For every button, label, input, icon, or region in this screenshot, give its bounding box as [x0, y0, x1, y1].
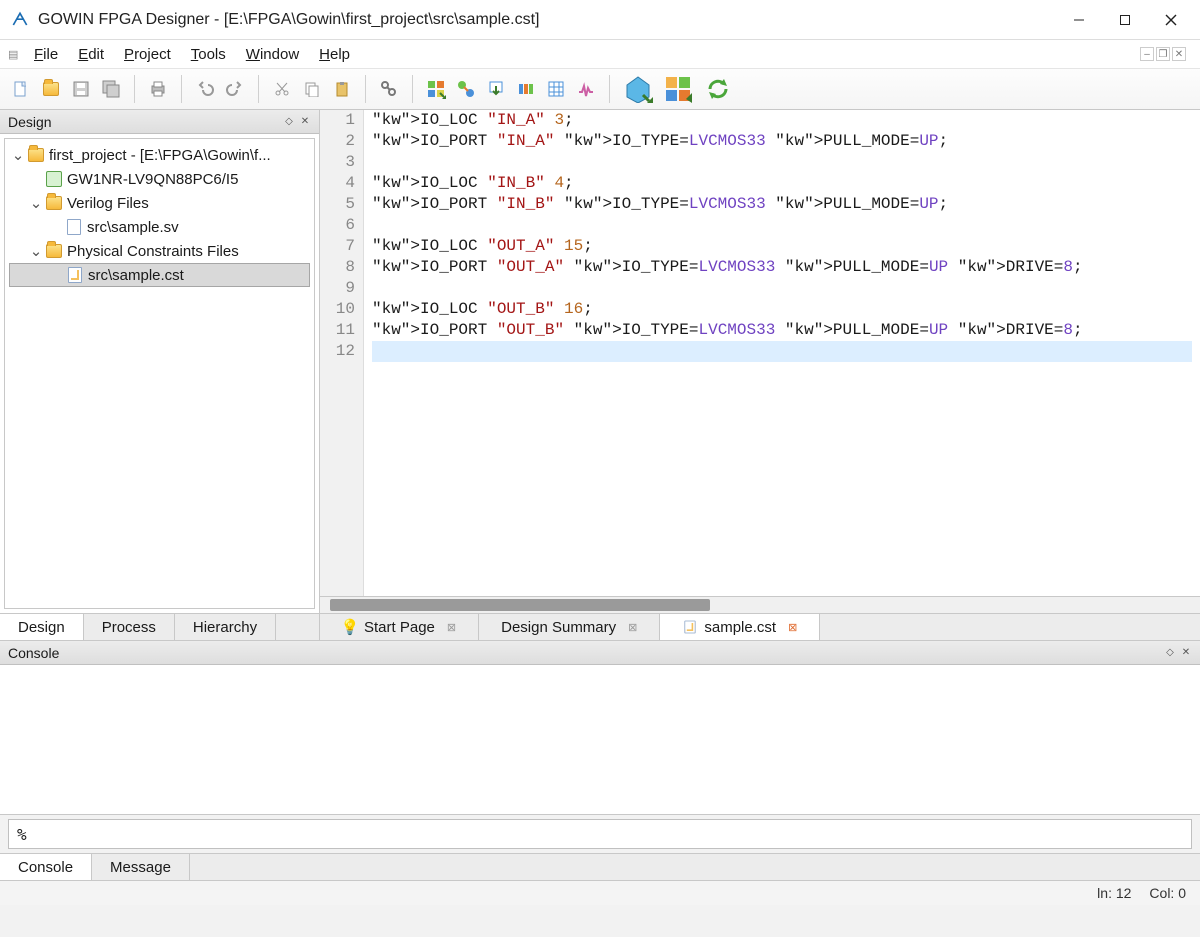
chevron-down-icon[interactable]: ⌄ [29, 194, 43, 212]
panel-float-icon[interactable]: ◇ [283, 116, 295, 128]
tab-close-icon[interactable]: ⊠ [628, 621, 637, 634]
tab-design-summary[interactable]: Design Summary ⊠ [479, 614, 660, 640]
mdi-child-controls[interactable]: – ❐ ✕ [1140, 47, 1192, 61]
mdi-restore-icon[interactable]: ❐ [1156, 47, 1170, 61]
panel-float-icon[interactable]: ◇ [1164, 647, 1176, 659]
folder-icon [45, 194, 63, 212]
status-column: Col: 0 [1149, 885, 1186, 901]
file-edit-icon [682, 619, 698, 635]
console-input[interactable]: % [8, 819, 1192, 849]
console-prompt: % [17, 825, 27, 844]
tree-project-row[interactable]: ⌄ first_project - [E:\FPGA\Gowin\f... [9, 143, 310, 167]
copy-button[interactable] [299, 76, 325, 102]
open-folder-button[interactable] [38, 76, 64, 102]
ip-core-button[interactable] [660, 73, 696, 105]
tree-constraints-group-row[interactable]: ⌄ Physical Constraints Files [9, 239, 310, 263]
tab-message[interactable]: Message [92, 854, 190, 880]
code-editor[interactable]: 123456789101112 "kw">IO_LOC "IN_A" 3;"kw… [320, 110, 1200, 597]
paste-button[interactable] [329, 76, 355, 102]
waveform-button[interactable] [573, 76, 599, 102]
download-bitstream-button[interactable] [483, 76, 509, 102]
editor-horizontal-scrollbar[interactable] [320, 597, 1200, 613]
tree-constraints-file-label: src\sample.cst [88, 267, 184, 284]
tree-verilog-file-row[interactable]: · src\sample.sv [9, 215, 310, 239]
menu-file[interactable]: File [24, 44, 68, 65]
tab-console[interactable]: Console [0, 854, 92, 880]
tab-process[interactable]: Process [84, 614, 175, 640]
file-icon [66, 266, 84, 284]
tree-constraints-file-row[interactable]: · src\sample.cst [9, 263, 310, 287]
app-logo-icon [10, 10, 30, 30]
design-panel-header: Design ◇ ✕ [0, 110, 319, 134]
menu-edit[interactable]: Edit [68, 44, 114, 65]
program-device-button[interactable] [620, 73, 656, 105]
panel-close-icon[interactable]: ✕ [1180, 647, 1192, 659]
design-panel-title: Design [8, 114, 52, 130]
design-panel-tabs: Design Process Hierarchy [0, 614, 320, 640]
window-maximize-button[interactable] [1102, 5, 1148, 35]
menubar: ▤ File Edit Project Tools Window Help – … [0, 40, 1200, 68]
chevron-down-icon[interactable]: ⌄ [29, 242, 43, 260]
window-close-button[interactable] [1148, 5, 1194, 35]
find-button[interactable] [376, 76, 402, 102]
timing-button[interactable] [513, 76, 539, 102]
menu-project[interactable]: Project [114, 44, 181, 65]
tree-verilog-file-label: src\sample.sv [87, 219, 179, 236]
save-button[interactable] [68, 76, 94, 102]
panel-close-icon[interactable]: ✕ [299, 116, 311, 128]
editor-area: 123456789101112 "kw">IO_LOC "IN_A" 3;"kw… [320, 110, 1200, 613]
folder-icon [27, 146, 45, 164]
save-all-button[interactable] [98, 76, 124, 102]
mdi-system-icon[interactable]: ▤ [8, 48, 24, 61]
synthesize-button[interactable] [423, 76, 449, 102]
status-line: ln: 12 [1097, 885, 1131, 901]
window-titlebar: GOWIN FPGA Designer - [E:\FPGA\Gowin\fir… [0, 0, 1200, 40]
refresh-button[interactable] [700, 73, 736, 105]
status-bar: ln: 12 Col: 0 [0, 881, 1200, 905]
chip-icon [45, 170, 63, 188]
file-icon [65, 218, 83, 236]
tab-close-icon[interactable]: ⊠ [447, 621, 456, 634]
toolbar [0, 68, 1200, 110]
tab-hierarchy[interactable]: Hierarchy [175, 614, 276, 640]
tree-device-label: GW1NR-LV9QN88PC6/I5 [67, 171, 238, 188]
window-title: GOWIN FPGA Designer - [E:\FPGA\Gowin\fir… [38, 11, 539, 29]
tab-close-icon[interactable]: ⊠ [788, 621, 797, 634]
print-button[interactable] [145, 76, 171, 102]
menu-tools[interactable]: Tools [181, 44, 236, 65]
project-tree[interactable]: ⌄ first_project - [E:\FPGA\Gowin\f... · … [4, 138, 315, 609]
place-route-button[interactable] [453, 76, 479, 102]
undo-button[interactable] [192, 76, 218, 102]
editor-code[interactable]: "kw">IO_LOC "IN_A" 3;"kw">IO_PORT "IN_A"… [364, 110, 1200, 596]
editor-tabs: 💡 Start Page ⊠ Design Summary ⊠ sample.c… [320, 614, 1200, 640]
tab-start-page[interactable]: 💡 Start Page ⊠ [320, 614, 479, 640]
menu-help[interactable]: Help [309, 44, 360, 65]
tab-sample-cst[interactable]: sample.cst ⊠ [660, 614, 820, 640]
tree-constraints-group-label: Physical Constraints Files [67, 243, 239, 260]
floorplan-button[interactable] [543, 76, 569, 102]
lightbulb-icon: 💡 [342, 619, 358, 635]
tab-design[interactable]: Design [0, 614, 84, 640]
redo-button[interactable] [222, 76, 248, 102]
menu-window[interactable]: Window [236, 44, 309, 65]
console-panel-header: Console ◇ ✕ [0, 641, 1200, 665]
cut-button[interactable] [269, 76, 295, 102]
tree-verilog-group-row[interactable]: ⌄ Verilog Files [9, 191, 310, 215]
folder-icon [45, 242, 63, 260]
console-panel-title: Console [8, 645, 59, 661]
tree-verilog-group-label: Verilog Files [67, 195, 149, 212]
editor-gutter: 123456789101112 [320, 110, 364, 596]
tree-project-label: first_project - [E:\FPGA\Gowin\f... [49, 147, 271, 164]
console-output[interactable] [0, 665, 1200, 815]
design-panel: Design ◇ ✕ ⌄ first_project - [E:\FPGA\Go… [0, 110, 320, 613]
tree-device-row[interactable]: · GW1NR-LV9QN88PC6/I5 [9, 167, 310, 191]
console-tabs: Console Message [0, 853, 1200, 881]
mdi-minimize-icon[interactable]: – [1140, 47, 1154, 61]
mdi-close-icon[interactable]: ✕ [1172, 47, 1186, 61]
window-minimize-button[interactable] [1056, 5, 1102, 35]
new-file-button[interactable] [8, 76, 34, 102]
chevron-down-icon[interactable]: ⌄ [11, 146, 25, 164]
